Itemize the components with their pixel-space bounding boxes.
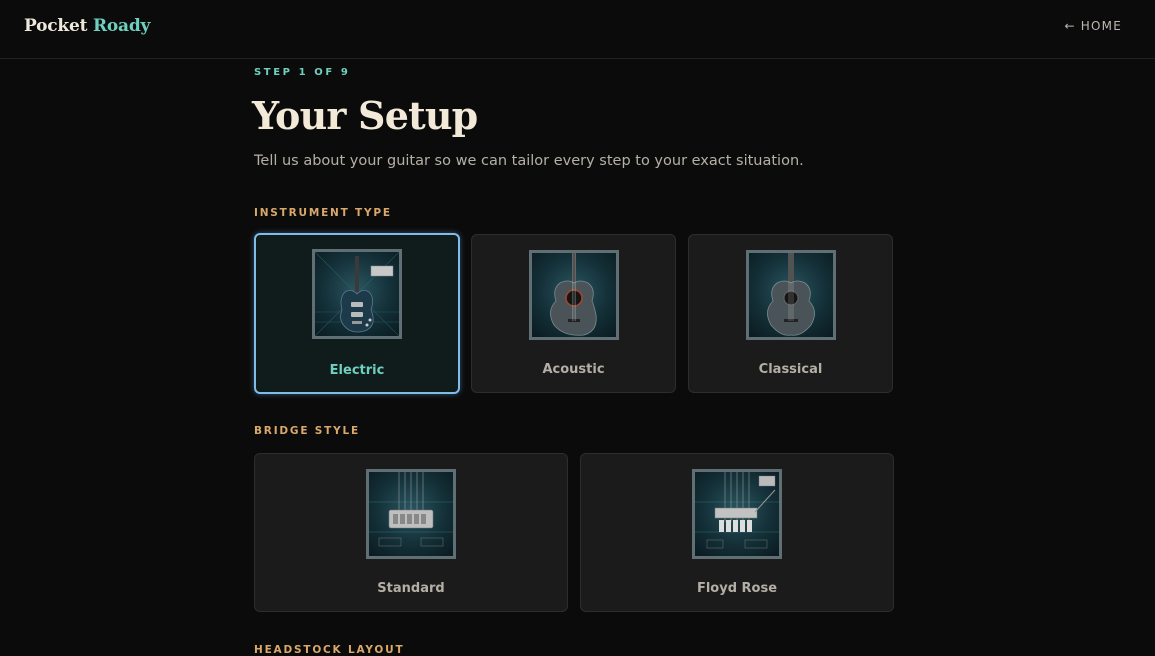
standard-bridge-icon — [366, 469, 456, 559]
instrument-option-label: Classical — [758, 362, 823, 377]
instrument-option-electric[interactable]: Electric — [254, 233, 460, 394]
instrument-option-classical[interactable]: Classical — [688, 234, 893, 393]
acoustic-guitar-icon — [528, 250, 619, 340]
instrument-type-label: INSTRUMENT TYPE — [254, 207, 392, 219]
page-title: Your Setup — [252, 93, 478, 138]
bridge-style-label: BRIDGE STYLE — [254, 425, 360, 437]
bridge-option-floyd-rose[interactable]: Floyd Rose — [580, 453, 894, 612]
top-bar: Pocket Roady ← HOME — [0, 0, 1155, 59]
brand-name-part2: Roady — [92, 16, 151, 36]
step-indicator: STEP 1 OF 9 — [254, 67, 351, 78]
classical-guitar-icon — [745, 250, 836, 340]
instrument-option-label: Electric — [329, 363, 385, 378]
bridge-option-label: Floyd Rose — [696, 581, 778, 596]
instrument-option-label: Acoustic — [542, 362, 605, 377]
home-link[interactable]: ← HOME — [1065, 19, 1122, 33]
back-arrow-icon: ← — [1064, 19, 1076, 33]
brand-logo[interactable]: Pocket Roady — [24, 16, 150, 36]
bridge-option-standard[interactable]: Standard — [254, 453, 568, 612]
electric-guitar-icon — [312, 249, 402, 339]
floyd-rose-bridge-icon — [692, 469, 782, 559]
instrument-option-acoustic[interactable]: Acoustic — [471, 234, 676, 393]
page-subtitle: Tell us about your guitar so we can tail… — [254, 153, 804, 169]
brand-name-part1: Pocket — [24, 16, 88, 36]
home-label: HOME — [1080, 19, 1122, 33]
bridge-option-label: Standard — [377, 581, 445, 596]
headstock-layout-label: HEADSTOCK LAYOUT — [254, 644, 405, 656]
